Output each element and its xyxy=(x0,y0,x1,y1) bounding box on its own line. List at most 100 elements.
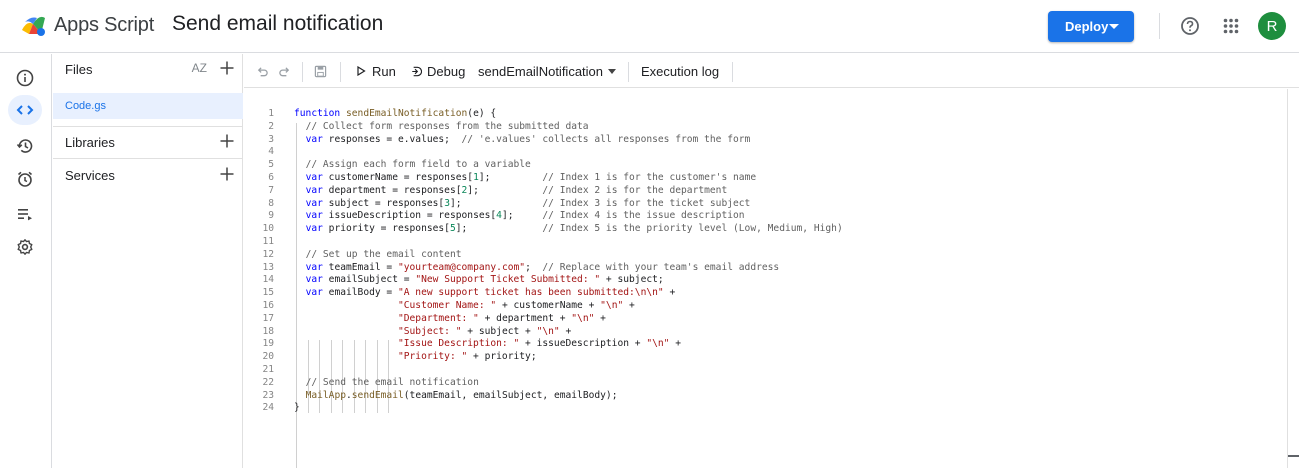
line-number: 9 xyxy=(268,210,274,222)
code-line[interactable]: ​ xyxy=(294,236,843,249)
line-number: 24 xyxy=(262,402,274,414)
code-line[interactable]: "Customer Name: " + customerName + "\n" … xyxy=(294,300,843,313)
code-line[interactable]: var teamEmail = "yourteam@company.com"; … xyxy=(294,262,843,275)
editor-scrollbar[interactable] xyxy=(1287,89,1299,468)
execution-log-button[interactable]: Execution log xyxy=(641,54,719,88)
code-line[interactable]: "Priority: " + priority; xyxy=(294,351,843,364)
nav-executions[interactable] xyxy=(8,199,42,229)
code-line[interactable]: ​ xyxy=(294,146,843,159)
nav-overview[interactable] xyxy=(8,63,42,93)
code-line[interactable]: ​ xyxy=(294,364,843,377)
header-divider xyxy=(1159,13,1160,39)
code-line[interactable]: var issueDescription = responses[4]; // … xyxy=(294,210,843,223)
project-title[interactable]: Send email notification xyxy=(172,12,383,36)
line-number: 13 xyxy=(262,261,274,273)
code-line[interactable]: } xyxy=(294,402,843,415)
line-number: 7 xyxy=(268,184,274,196)
code-line[interactable]: // Assign each form field to a variable xyxy=(294,159,843,172)
google-apps-button[interactable] xyxy=(1218,13,1244,39)
toolbar-divider xyxy=(732,62,733,82)
apps-script-logo-icon[interactable] xyxy=(19,12,47,40)
code-line[interactable]: function sendEmailNotification(e) { xyxy=(294,108,843,121)
code-editor[interactable]: 1 2 3 4 5 6 7 8 9 10 11 12 13 14 15 16 17 18 19 20 21 22 23 24 … xyxy=(244,89,1287,468)
libraries-label: Libraries xyxy=(65,134,115,150)
line-number: 20 xyxy=(262,351,274,363)
line-number-gutter: 1 2 3 4 5 6 7 8 9 10 11 12 13 14 15 16 17 18 19 20 21 22 23 24 xyxy=(244,108,274,415)
line-number: 10 xyxy=(262,223,274,235)
run-button[interactable]: Run xyxy=(356,54,396,88)
info-icon xyxy=(16,69,34,87)
alarm-clock-icon xyxy=(17,171,33,187)
code-line[interactable]: var department = responses[2]; // Index … xyxy=(294,185,843,198)
run-label: Run xyxy=(372,63,396,79)
nav-triggers[interactable] xyxy=(8,164,42,194)
add-library-icon[interactable] xyxy=(219,133,235,149)
nav-project-settings[interactable] xyxy=(8,232,42,262)
scrollbar-position-marker xyxy=(1288,455,1299,457)
line-number: 3 xyxy=(268,133,274,145)
debug-icon xyxy=(412,66,422,76)
code-line[interactable]: // Send the email notification xyxy=(294,377,843,390)
nav-editor[interactable] xyxy=(8,95,42,125)
code-line[interactable]: var responses = e.values; // 'e.values' … xyxy=(294,134,843,147)
code-line[interactable]: "Subject: " + subject + "\n" + xyxy=(294,326,843,339)
line-number: 8 xyxy=(268,197,274,209)
line-number: 19 xyxy=(262,338,274,350)
line-number: 1 xyxy=(268,108,274,119)
deploy-button[interactable]: Deploy xyxy=(1048,11,1134,42)
redo-button[interactable] xyxy=(278,54,291,88)
code-line[interactable]: // Collect form responses from the submi… xyxy=(294,121,843,134)
left-nav-rail xyxy=(0,54,52,468)
code-line[interactable]: // Set up the email content xyxy=(294,249,843,262)
toolbar-divider xyxy=(340,62,341,82)
editor-toolbar: Run Debug sendEmailNotification Executio… xyxy=(244,54,1299,88)
line-number: 16 xyxy=(262,299,274,311)
sort-az-icon[interactable]: AZ xyxy=(192,61,207,75)
divider xyxy=(53,158,243,159)
file-item-code-gs[interactable]: Code.gs xyxy=(53,93,243,119)
debug-button[interactable]: Debug xyxy=(409,54,465,88)
account-avatar[interactable]: R xyxy=(1258,12,1286,40)
top-app-bar: Apps Script Send email notification Depl… xyxy=(0,0,1299,53)
line-number: 18 xyxy=(262,325,274,337)
services-header[interactable]: Services xyxy=(53,160,243,190)
history-icon xyxy=(16,139,33,153)
line-number: 22 xyxy=(262,376,274,388)
code-line[interactable]: var priority = responses[5]; // Index 5 … xyxy=(294,223,843,236)
code-line[interactable]: "Department: " + department + "\n" + xyxy=(294,313,843,326)
chevron-down-icon xyxy=(608,68,617,74)
undo-button[interactable] xyxy=(256,54,269,88)
line-number: 11 xyxy=(262,235,274,247)
code-line[interactable]: var emailSubject = "New Support Ticket S… xyxy=(294,274,843,287)
code-line[interactable]: MailApp.sendEmail(teamEmail, emailSubjec… xyxy=(294,390,843,403)
line-number: 14 xyxy=(262,274,274,286)
debug-label: Debug xyxy=(427,63,466,79)
function-select[interactable]: sendEmailNotification xyxy=(478,54,617,88)
toolbar-divider xyxy=(302,62,303,82)
help-button[interactable] xyxy=(1177,13,1203,39)
line-number: 23 xyxy=(262,389,274,401)
code-line[interactable]: var emailBody = "A new support ticket ha… xyxy=(294,287,843,300)
redo-icon xyxy=(279,66,290,76)
code-content[interactable]: function sendEmailNotification(e) { // C… xyxy=(294,108,843,415)
save-icon xyxy=(314,65,327,77)
libraries-header[interactable]: Libraries xyxy=(53,127,243,157)
execution-log-label: Execution log xyxy=(641,63,720,79)
gear-icon xyxy=(17,239,33,255)
save-button[interactable] xyxy=(314,54,327,88)
code-line[interactable]: var customerName = responses[1]; // Inde… xyxy=(294,172,843,185)
app-name[interactable]: Apps Script xyxy=(54,14,154,37)
chevron-down-icon xyxy=(1109,24,1119,29)
code-line[interactable]: "Issue Description: " + issueDescription… xyxy=(294,338,843,351)
deploy-label: Deploy xyxy=(1065,19,1109,34)
add-service-icon[interactable] xyxy=(219,166,235,182)
code-line[interactable]: var subject = responses[3]; // Index 3 i… xyxy=(294,198,843,211)
line-number: 12 xyxy=(262,248,274,260)
undo-icon xyxy=(257,66,268,76)
add-file-icon[interactable] xyxy=(219,60,235,76)
play-icon xyxy=(357,66,366,76)
executions-icon xyxy=(18,209,32,221)
code-icon xyxy=(16,105,34,115)
nav-project-history[interactable] xyxy=(8,131,42,161)
help-icon xyxy=(1181,17,1199,35)
